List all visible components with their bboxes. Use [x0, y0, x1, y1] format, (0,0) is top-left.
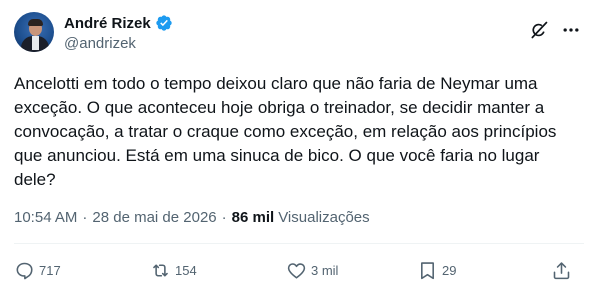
repost-icon: [153, 263, 168, 277]
tweet-text: Ancelotti em todo o tempo deixou claro q…: [14, 74, 557, 189]
avatar[interactable]: [14, 12, 54, 52]
views-count: 86 mil: [231, 209, 275, 226]
tweet-time[interactable]: 10:54 AM: [14, 209, 77, 226]
author-handle[interactable]: @andrizek: [64, 35, 136, 52]
repost-count: 154: [175, 262, 197, 278]
meta-separator-2: ·: [221, 209, 227, 226]
reply-icon: [16, 262, 33, 279]
repost-button[interactable]: 154: [150, 257, 197, 283]
action-bar: 717 154 3 mil 29: [14, 257, 584, 283]
grok-icon[interactable]: [529, 20, 549, 40]
avatar-shirt: [32, 36, 39, 50]
meta-separator: ·: [82, 209, 88, 226]
avatar-hair: [28, 19, 43, 26]
like-button[interactable]: 3 mil: [286, 257, 338, 283]
verified-badge-icon[interactable]: [155, 14, 173, 32]
views-label: Visualizações: [278, 209, 370, 226]
tweet-date[interactable]: 28 de mai de 2026: [92, 209, 216, 226]
reply-count: 717: [39, 262, 61, 278]
reply-button[interactable]: 717: [14, 257, 61, 283]
share-button[interactable]: [551, 257, 572, 283]
bookmark-count: 29: [442, 262, 457, 278]
author-name[interactable]: André Rizek: [64, 15, 151, 32]
bookmark-button[interactable]: 29: [417, 257, 456, 283]
bookmark-icon: [421, 261, 434, 279]
like-icon: [287, 262, 306, 279]
share-icon: [553, 261, 570, 279]
more-icon[interactable]: [560, 20, 582, 40]
divider: [14, 243, 584, 244]
tweet: André Rizek @andrizek Ancelotti em todo …: [0, 0, 595, 289]
like-count: 3 mil: [311, 262, 339, 278]
tweet-meta: 10:54 AM · 28 de mai de 2026 · 86 mil Vi…: [14, 209, 370, 226]
author-name-row: André Rizek: [64, 13, 173, 33]
